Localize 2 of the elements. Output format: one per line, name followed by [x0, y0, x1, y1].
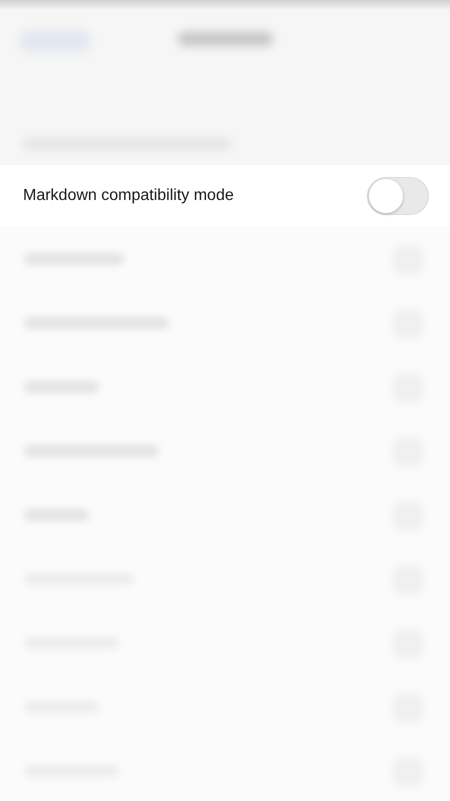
- toggle-switch[interactable]: [367, 177, 429, 215]
- setting-label: Markdown compatibility mode: [23, 187, 234, 205]
